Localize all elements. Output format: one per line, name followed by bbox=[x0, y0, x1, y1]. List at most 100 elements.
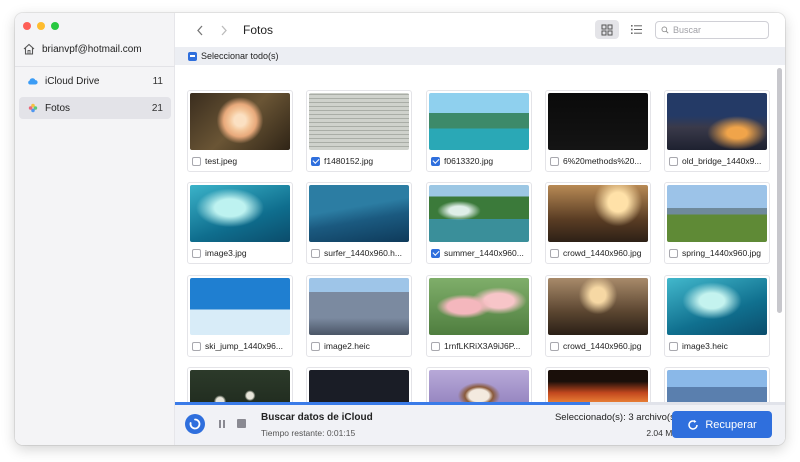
file-name: image3.jpg bbox=[205, 248, 247, 258]
file-thumbnail[interactable] bbox=[309, 278, 409, 335]
file-thumbnail[interactable] bbox=[548, 93, 648, 150]
file-card[interactable]: 1rnfLKRiX3A9iJ6P... bbox=[426, 275, 532, 357]
chevron-right-icon bbox=[221, 25, 227, 35]
stop-button[interactable] bbox=[237, 419, 246, 428]
grid-view-button[interactable] bbox=[595, 20, 619, 39]
minimize-window-button[interactable] bbox=[37, 22, 45, 30]
file-checkbox[interactable] bbox=[311, 248, 320, 258]
file-thumbnail[interactable] bbox=[190, 370, 290, 403]
select-all-checkbox[interactable] bbox=[188, 51, 197, 61]
file-card[interactable]: summer_1440x960... bbox=[426, 182, 532, 264]
file-card[interactable] bbox=[306, 367, 412, 403]
file-thumbnail[interactable] bbox=[667, 370, 767, 403]
cloud-icon bbox=[27, 76, 38, 87]
file-checkbox[interactable] bbox=[192, 156, 201, 166]
file-thumbnail[interactable] bbox=[548, 278, 648, 335]
file-thumbnail[interactable] bbox=[667, 278, 767, 335]
file-thumbnail[interactable] bbox=[667, 185, 767, 242]
file-caption: 6%20methods%20... bbox=[550, 154, 648, 168]
file-card[interactable]: crowd_1440x960.jpg bbox=[545, 182, 651, 264]
search-box[interactable] bbox=[655, 21, 769, 39]
zoom-window-button[interactable] bbox=[51, 22, 59, 30]
file-caption: spring_1440x960.jpg bbox=[669, 246, 767, 260]
file-name: crowd_1440x960.jpg bbox=[563, 248, 642, 258]
file-checkbox[interactable] bbox=[550, 156, 559, 166]
file-card[interactable]: 6%20methods%20... bbox=[545, 90, 651, 172]
file-card[interactable] bbox=[187, 367, 293, 403]
file-thumbnail[interactable] bbox=[190, 185, 290, 242]
file-checkbox[interactable] bbox=[669, 248, 678, 258]
file-thumbnail[interactable] bbox=[309, 370, 409, 403]
file-thumbnail[interactable] bbox=[429, 93, 529, 150]
grid-icon bbox=[601, 24, 613, 35]
file-caption: ski_jump_1440x96... bbox=[192, 339, 290, 353]
file-thumbnail[interactable] bbox=[667, 93, 767, 150]
scan-progress-track bbox=[175, 402, 785, 405]
file-checkbox[interactable] bbox=[550, 248, 559, 258]
file-caption: image3.jpg bbox=[192, 246, 290, 260]
close-window-button[interactable] bbox=[23, 22, 31, 30]
file-card[interactable]: image3.heic bbox=[664, 275, 770, 357]
file-card[interactable] bbox=[545, 367, 651, 403]
sidebar-item-fotos[interactable]: Fotos 21 bbox=[19, 97, 171, 119]
file-card[interactable] bbox=[426, 367, 532, 403]
file-thumbnail[interactable] bbox=[429, 278, 529, 335]
file-card[interactable]: image3.jpg bbox=[187, 182, 293, 264]
search-input[interactable] bbox=[673, 25, 763, 35]
file-checkbox[interactable] bbox=[431, 248, 440, 258]
file-name: surfer_1440x960.h... bbox=[324, 248, 402, 258]
file-name: summer_1440x960... bbox=[444, 248, 524, 258]
time-remaining: Tiempo restante: 0:01:15 bbox=[261, 428, 356, 438]
file-card[interactable]: f0613320.jpg bbox=[426, 90, 532, 172]
vertical-scrollbar[interactable] bbox=[777, 68, 782, 313]
file-checkbox[interactable] bbox=[669, 341, 678, 351]
file-caption: f1480152.jpg bbox=[311, 154, 409, 168]
back-button[interactable] bbox=[193, 23, 207, 37]
file-card[interactable]: f1480152.jpg bbox=[306, 90, 412, 172]
file-card[interactable]: image2.heic bbox=[306, 275, 412, 357]
file-card[interactable]: ski_jump_1440x96... bbox=[187, 275, 293, 357]
file-thumbnail[interactable] bbox=[429, 370, 529, 403]
sidebar-item-icloud-drive[interactable]: iCloud Drive 11 bbox=[19, 70, 171, 92]
file-checkbox[interactable] bbox=[311, 156, 320, 166]
list-view-button[interactable] bbox=[625, 20, 647, 39]
recover-button[interactable]: Recuperar bbox=[672, 411, 772, 438]
file-checkbox[interactable] bbox=[192, 248, 201, 258]
file-name: f1480152.jpg bbox=[324, 156, 374, 166]
file-caption: crowd_1440x960.jpg bbox=[550, 246, 648, 260]
file-card[interactable]: spring_1440x960.jpg bbox=[664, 182, 770, 264]
pause-button[interactable] bbox=[217, 418, 227, 430]
file-thumbnail[interactable] bbox=[190, 278, 290, 335]
file-card[interactable]: surfer_1440x960.h... bbox=[306, 182, 412, 264]
file-thumbnail[interactable] bbox=[548, 185, 648, 242]
file-checkbox[interactable] bbox=[431, 156, 440, 166]
select-all-label: Seleccionar todo(s) bbox=[201, 51, 279, 61]
file-thumbnail[interactable] bbox=[429, 185, 529, 242]
file-checkbox[interactable] bbox=[192, 341, 201, 351]
file-checkbox[interactable] bbox=[550, 341, 559, 351]
file-thumbnail[interactable] bbox=[190, 93, 290, 150]
home-icon bbox=[23, 43, 35, 55]
file-card[interactable]: test.jpeg bbox=[187, 90, 293, 172]
file-name: old_bridge_1440x9... bbox=[682, 156, 762, 166]
file-card[interactable] bbox=[664, 367, 770, 403]
file-thumbnail[interactable] bbox=[309, 93, 409, 150]
refresh-icon bbox=[688, 419, 699, 430]
file-caption: image2.heic bbox=[311, 339, 409, 353]
file-checkbox[interactable] bbox=[669, 156, 678, 166]
file-name: image2.heic bbox=[324, 341, 370, 351]
file-card[interactable]: old_bridge_1440x9... bbox=[664, 90, 770, 172]
account-row[interactable]: brianvpf@hotmail.com bbox=[22, 40, 172, 58]
forward-button[interactable] bbox=[217, 23, 231, 37]
file-checkbox[interactable] bbox=[431, 341, 440, 351]
file-thumbnail[interactable] bbox=[309, 185, 409, 242]
file-thumbnail[interactable] bbox=[548, 370, 648, 403]
file-caption: image3.heic bbox=[669, 339, 767, 353]
file-checkbox[interactable] bbox=[311, 341, 320, 351]
file-card[interactable]: crowd_1440x960.jpg bbox=[545, 275, 651, 357]
file-name: crowd_1440x960.jpg bbox=[563, 341, 642, 351]
toolbar: Fotos bbox=[175, 13, 785, 47]
file-caption: old_bridge_1440x9... bbox=[669, 154, 767, 168]
window-controls bbox=[23, 22, 59, 30]
file-name: ski_jump_1440x96... bbox=[205, 341, 283, 351]
